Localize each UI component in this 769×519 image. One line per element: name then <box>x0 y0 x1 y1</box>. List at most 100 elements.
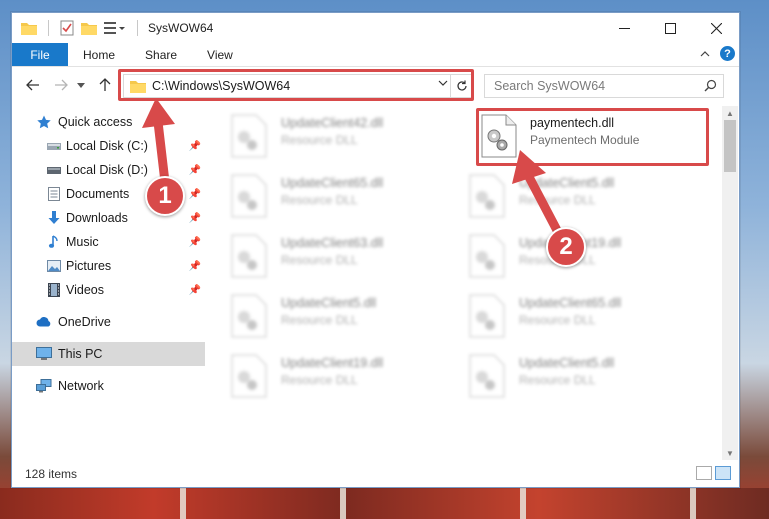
dll-file-icon <box>231 294 267 338</box>
search-input[interactable]: Search SysWOW64 <box>484 74 724 98</box>
up-button[interactable] <box>94 74 116 96</box>
pin-icon[interactable]: 📌 <box>189 285 201 296</box>
sidebar-item-label: Local Disk (C:) <box>66 139 148 153</box>
dll-file-icon <box>231 234 267 278</box>
explorer-window: SysWOW64 File Home Share View ? C:\Windo… <box>11 12 740 488</box>
file-type: Resource DLL <box>519 193 596 207</box>
music-icon <box>46 234 62 250</box>
minimize-button[interactable] <box>601 13 647 43</box>
desktop-background <box>0 488 769 519</box>
list-item[interactable]: UpdateClient63.dll Resource DLL <box>221 230 451 290</box>
highlight-frame-file <box>476 108 709 166</box>
file-type: Resource DLL <box>281 253 358 267</box>
dll-file-icon <box>469 234 505 278</box>
dll-file-icon <box>231 114 267 158</box>
pin-icon[interactable]: 📌 <box>189 141 201 152</box>
scrollbar-thumb[interactable] <box>724 120 736 172</box>
file-name: UpdateClient65.dll <box>519 296 622 310</box>
search-icon[interactable] <box>704 79 717 92</box>
tab-share[interactable]: Share <box>130 43 192 66</box>
file-name: UpdateClient5.dll <box>281 296 377 310</box>
tab-home[interactable]: Home <box>68 43 130 66</box>
sidebar-item-label: Music <box>66 235 99 249</box>
list-item[interactable]: UpdateClient42.dll Resource DLL <box>221 110 451 170</box>
pin-icon[interactable]: 📌 <box>189 261 201 272</box>
callout-2: 2 <box>546 227 586 267</box>
file-type: Resource DLL <box>281 133 358 147</box>
file-name: UpdateClient5.dll <box>519 176 615 190</box>
dll-file-icon <box>231 174 267 218</box>
documents-icon <box>46 186 62 202</box>
sidebar-item-label: This PC <box>58 347 103 361</box>
scroll-down-arrow-icon[interactable]: ▼ <box>722 446 738 460</box>
sidebar-item-pictures[interactable]: Pictures 📌 <box>12 254 205 278</box>
list-item[interactable]: UpdateClient5.dll Resource DLL <box>459 350 689 410</box>
pin-icon[interactable]: 📌 <box>189 165 201 176</box>
list-item[interactable]: UpdateClient65.dll Resource DLL <box>221 170 451 230</box>
list-item[interactable]: UpdateClient65.dll Resource DLL <box>459 290 689 350</box>
toolbar-divider <box>48 20 49 36</box>
sidebar-item-label: Videos <box>66 283 104 297</box>
drive-icon <box>46 162 62 178</box>
network-icon <box>36 378 52 394</box>
pictures-icon <box>46 258 62 274</box>
file-type: Resource DLL <box>281 193 358 207</box>
new-folder-icon[interactable] <box>81 21 97 35</box>
title-bar: SysWOW64 <box>12 13 739 43</box>
maximize-button[interactable] <box>647 13 693 43</box>
pin-icon[interactable]: 📌 <box>189 237 201 248</box>
sidebar-item-label: OneDrive <box>58 315 111 329</box>
pin-icon[interactable]: 📌 <box>189 189 201 200</box>
large-icons-view-icon[interactable] <box>715 466 731 480</box>
sidebar-item-this-pc[interactable]: This PC <box>12 342 205 366</box>
sidebar-item-label: Local Disk (D:) <box>66 163 148 177</box>
details-view-icon[interactable] <box>696 466 712 480</box>
sidebar-item-label: Network <box>58 379 104 393</box>
dll-file-icon <box>469 294 505 338</box>
list-item[interactable]: UpdateClient19.dll Resource DLL <box>221 350 451 410</box>
back-button[interactable] <box>22 74 44 96</box>
sidebar-item-network[interactable]: Network <box>12 374 205 398</box>
help-icon[interactable]: ? <box>720 46 735 61</box>
window-title: SysWOW64 <box>148 21 214 35</box>
forward-button[interactable] <box>50 74 72 96</box>
file-name: UpdateClient5.dll <box>519 356 615 370</box>
computer-icon <box>36 346 52 362</box>
sidebar-item-label: Quick access <box>58 115 133 129</box>
file-type: Resource DLL <box>281 373 358 387</box>
ribbon-tabs: File Home Share View ? <box>12 43 739 67</box>
highlight-frame-address <box>118 69 474 101</box>
properties-icon[interactable] <box>60 20 74 36</box>
status-bar: 128 items <box>12 461 739 487</box>
sidebar-item-quick-access[interactable]: Quick access <box>12 110 205 134</box>
videos-icon <box>46 282 62 298</box>
sidebar-item-videos[interactable]: Videos 📌 <box>12 278 205 302</box>
pin-icon[interactable]: 📌 <box>189 213 201 224</box>
expand-ribbon-icon[interactable] <box>700 50 710 57</box>
folder-icon <box>21 21 37 35</box>
item-count: 128 items <box>25 467 78 481</box>
file-name: UpdateClient19.dll <box>281 356 384 370</box>
sidebar-item-label: Downloads <box>66 211 128 225</box>
cloud-icon <box>36 314 52 330</box>
downloads-icon <box>46 210 62 226</box>
tab-view[interactable]: View <box>192 43 248 66</box>
sidebar-item-onedrive[interactable]: OneDrive <box>12 310 205 334</box>
sidebar-item-local-disk-c[interactable]: Local Disk (C:) 📌 <box>12 134 205 158</box>
navigation-pane: Quick access Local Disk (C:) 📌 Local Dis… <box>12 110 208 450</box>
scroll-up-arrow-icon[interactable]: ▲ <box>722 106 738 120</box>
dll-file-icon <box>231 354 267 398</box>
list-item[interactable]: UpdateClient5.dll Resource DLL <box>221 290 451 350</box>
recent-locations-button[interactable] <box>74 74 88 96</box>
file-name: UpdateClient65.dll <box>281 176 384 190</box>
sidebar-item-music[interactable]: Music 📌 <box>12 230 205 254</box>
tab-file[interactable]: File <box>12 43 68 66</box>
vertical-scrollbar[interactable]: ▲ ▼ <box>722 106 738 460</box>
file-name: UpdateClient42.dll <box>281 116 384 130</box>
drive-icon <box>46 138 62 154</box>
close-button[interactable] <box>693 13 739 43</box>
customize-toolbar-icon[interactable] <box>104 21 126 35</box>
sidebar-item-label: Pictures <box>66 259 112 273</box>
list-item[interactable]: UpdateClient5.dll Resource DLL <box>459 170 689 230</box>
address-row: C:\Windows\SysWOW64 Search SysWOW64 <box>12 69 739 101</box>
